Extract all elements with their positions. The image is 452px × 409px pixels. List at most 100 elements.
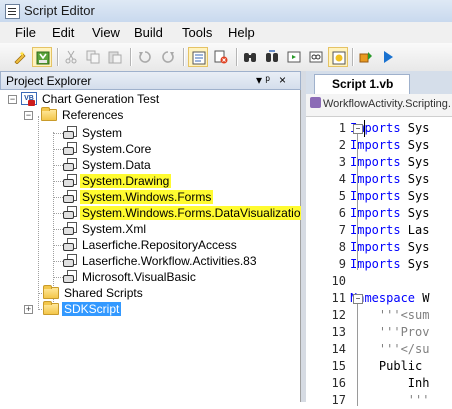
line-number: 7 [338,223,346,237]
project-explorer-button[interactable] [188,47,208,67]
line-number: 12 [331,308,346,322]
reference-item[interactable]: Microsoft.VisualBasic [63,269,198,285]
save-button[interactable] [32,47,52,67]
tree-line [53,197,63,198]
collapse-region-toggle[interactable]: − [353,124,363,134]
folder-icon [41,107,57,121]
tree-references-node[interactable]: References [41,107,125,123]
reference-item[interactable]: System.Xml [63,221,148,237]
paste-icon [108,51,122,64]
tree-line [38,116,39,310]
menu-build[interactable]: Build [134,25,163,40]
tree-project-node[interactable]: Chart Generation Test [21,91,161,107]
reference-item[interactable]: System.Drawing [63,173,172,189]
reference-label: Laserfiche.Workflow.Activities.83 [82,254,257,268]
line-number: 17 [331,393,346,407]
references-button[interactable] [211,47,231,67]
reference-label: System [82,126,123,140]
reference-item[interactable]: System.Data [63,157,153,173]
watch-button[interactable] [306,47,326,67]
image-button[interactable] [284,47,304,67]
code-text: Sys [400,189,430,203]
line-number: 4 [338,172,346,186]
reference-label-highlighted: System.Windows.Forms.DataVisualization [80,206,310,220]
collapse-region-toggle[interactable]: − [353,294,363,304]
toolbar-separator [183,48,184,66]
class-selector-dropdown[interactable]: WorkflowActivity.Scripting. [310,97,451,110]
tree-line [53,229,63,230]
menu-help[interactable]: Help [228,25,255,40]
tab-script-1[interactable]: Script 1.vb [314,74,410,94]
menu-file[interactable]: File [15,25,36,40]
code-text: W [415,291,430,305]
menu-edit[interactable]: Edit [52,25,74,40]
find-replace-button[interactable] [262,47,282,67]
line-number: 2 [338,138,346,152]
reference-item[interactable]: System [63,125,124,141]
cut-button[interactable] [61,47,81,67]
reference-item[interactable]: Laserfiche.Workflow.Activities.83 [63,253,259,269]
assembly-reference-icon [63,206,77,219]
code-line: Imports Sys [350,154,429,171]
find-button[interactable] [240,47,260,67]
expand-sdkscript-toggle[interactable]: + [24,305,33,314]
assembly-reference-icon [63,190,77,203]
code-line: '''</su [350,341,430,358]
code-text: Public [350,359,430,373]
run-button[interactable] [378,47,398,67]
tree-line [53,277,63,278]
line-number: 6 [338,206,346,220]
reference-item[interactable]: System.Windows.Forms [63,189,214,205]
project-explorer-header: Project Explorer ▾ ᵖ × [0,71,301,90]
code-line: Imports Sys [350,205,429,222]
reference-item[interactable]: System.Windows.Forms.DataVisualization [63,205,310,221]
class-selector-label: WorkflowActivity.Scripting. [323,98,451,110]
assembly-reference-icon [63,222,77,235]
copy-button[interactable] [83,47,103,67]
menu-view[interactable]: View [92,25,120,40]
tree-line [53,261,63,262]
line-number: 14 [331,342,346,356]
outline-line [357,304,358,406]
code-text-area[interactable]: Imports Sys Imports Sys Imports Sys Imports… [350,120,452,402]
tab-label: Script 1.vb [332,77,394,91]
toolbar-separator [57,48,58,66]
code-editor-panel: Script 1.vb WorkflowActivity.Scripting. … [306,71,452,407]
code-line: '''<sum [350,307,430,324]
menu-tools[interactable]: Tools [182,25,212,40]
build-icon [359,52,372,63]
class-navigation-bar: WorkflowActivity.Scripting. [306,94,452,117]
assembly-reference-icon [63,238,77,251]
new-script-icon [14,51,26,64]
reference-item[interactable]: Laserfiche.RepositoryAccess [63,237,239,253]
new-script-button[interactable] [10,47,30,67]
tree-shared-scripts-node[interactable]: Shared Scripts [43,285,145,301]
code-line: ''' [350,392,430,402]
pin-icon[interactable]: ▾ ᵖ [256,73,270,87]
watch-icon [309,51,323,63]
paste-button[interactable] [105,47,125,67]
toolbar-separator [236,48,237,66]
build-button[interactable] [356,47,376,67]
outline-line [357,134,358,270]
editor-tab-strip: Script 1.vb [306,71,452,95]
find-icon [244,53,256,62]
collapse-references-toggle[interactable]: − [24,111,33,120]
close-icon[interactable]: × [279,73,286,87]
project-explorer-icon [192,51,206,65]
reference-item[interactable]: System.Core [63,141,153,157]
line-number: 10 [331,274,346,288]
undo-button[interactable] [135,47,155,67]
tree-sdkscript-node[interactable]: SDKScript [43,301,122,317]
collapse-project-toggle[interactable]: − [8,95,17,104]
assembly-reference-icon [63,254,77,267]
cut-icon [65,50,77,64]
breakpoint-button[interactable] [328,47,348,67]
code-text: Sys [400,257,430,271]
assembly-reference-icon [63,174,77,187]
code-line: Imports Sys [350,188,429,205]
project-explorer-panel: Project Explorer ▾ ᵖ × − Chart Generatio… [0,71,310,402]
assembly-reference-icon [63,142,77,155]
image-icon [287,51,301,63]
redo-button[interactable] [158,47,178,67]
